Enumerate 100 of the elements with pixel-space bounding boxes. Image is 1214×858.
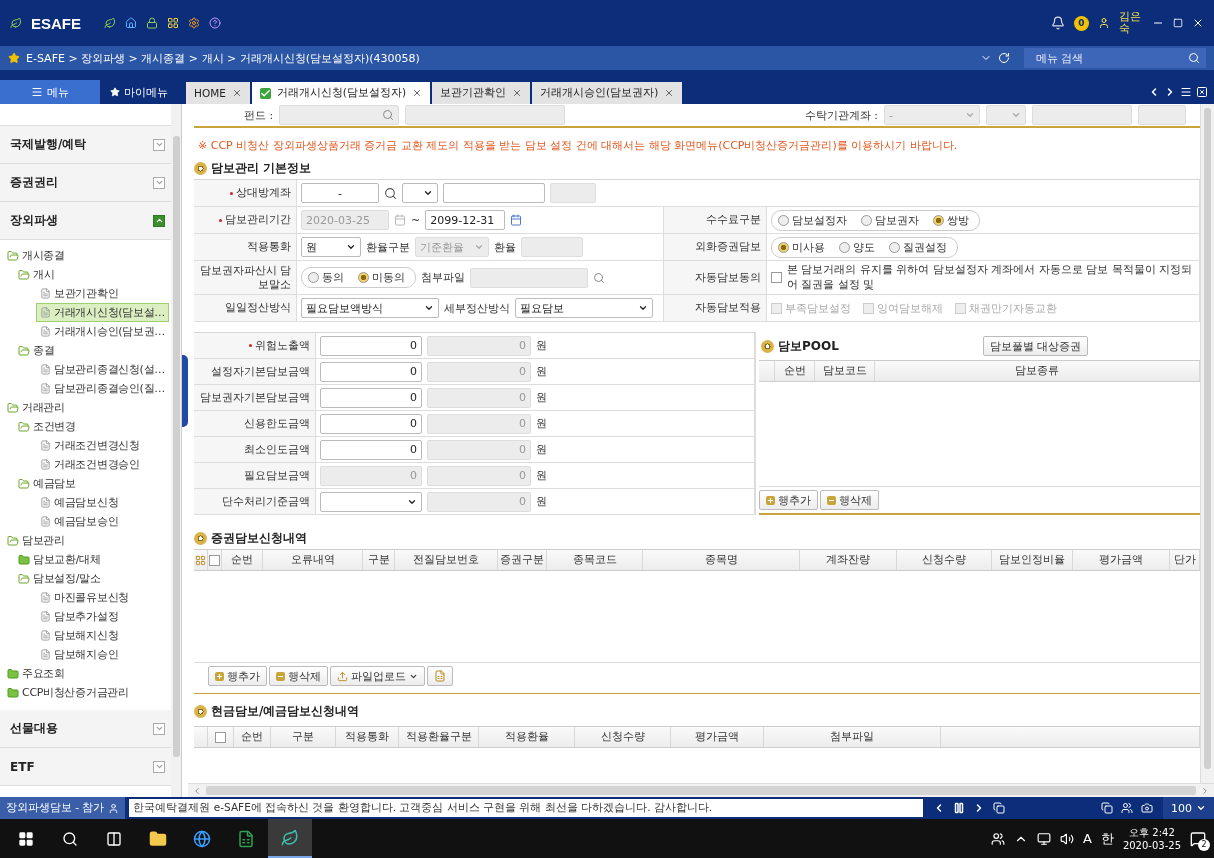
refresh-icon[interactable] bbox=[998, 52, 1010, 64]
amount-field[interactable]: 0 bbox=[320, 387, 422, 408]
action-button[interactable]: 행삭제 bbox=[269, 666, 328, 686]
sidebar-section[interactable]: ETF bbox=[0, 748, 171, 786]
tree-item[interactable]: 담보관리종결신청(설… bbox=[36, 360, 169, 379]
tree-item[interactable]: CCP비청산증거금관리 bbox=[3, 683, 133, 702]
tree-item[interactable]: 거래조건변경승인 bbox=[36, 455, 144, 474]
toggle-icon[interactable] bbox=[153, 176, 165, 189]
tree-item[interactable]: 담보설정/말소 bbox=[14, 569, 105, 588]
users-icon[interactable] bbox=[1121, 802, 1133, 814]
radio-label[interactable]: 담보권자 bbox=[875, 212, 919, 228]
home-icon[interactable] bbox=[125, 17, 137, 29]
tree-item[interactable]: 예금담보 bbox=[14, 474, 80, 493]
tree-item[interactable]: 예금담보승인 bbox=[36, 512, 123, 531]
action-button[interactable]: 행추가 bbox=[759, 490, 818, 510]
tree-item[interactable]: 담보교환/대체 bbox=[14, 550, 105, 569]
target-securities-button[interactable]: 담보풀별 대상증권 bbox=[982, 336, 1089, 356]
radio-label[interactable]: 양도 bbox=[853, 239, 875, 255]
input-field[interactable] bbox=[550, 183, 596, 203]
tree-item[interactable]: 담보해지승인 bbox=[36, 645, 123, 664]
radio-button[interactable] bbox=[933, 214, 944, 226]
spreadsheet-app-icon[interactable] bbox=[237, 829, 255, 848]
tree-item[interactable]: 담보해지신청 bbox=[36, 626, 123, 645]
search-icon[interactable] bbox=[384, 186, 397, 200]
input-mode[interactable]: A bbox=[1082, 831, 1092, 846]
date-field[interactable]: 2099-12-31 bbox=[425, 210, 506, 230]
tree-item[interactable]: 거래개시승인(담보권… bbox=[36, 322, 169, 341]
file-field[interactable] bbox=[470, 267, 588, 288]
tree-item[interactable]: 조건변경 bbox=[14, 417, 80, 436]
settings-icon[interactable] bbox=[188, 17, 200, 29]
radio-label[interactable]: 미동의 bbox=[372, 270, 405, 285]
radio-button[interactable] bbox=[778, 241, 789, 253]
volume-icon[interactable] bbox=[1059, 831, 1074, 846]
amount-field[interactable]: 0 bbox=[320, 361, 422, 382]
dropdown[interactable]: 필요담보 bbox=[515, 298, 653, 318]
tab[interactable]: HOME bbox=[186, 82, 250, 104]
menu-toggle[interactable]: 마이메뉴 bbox=[100, 80, 178, 104]
dropdown[interactable]: 필요담보액방식 bbox=[301, 298, 439, 318]
amount-field[interactable]: 0 bbox=[320, 335, 422, 356]
grid-icon[interactable] bbox=[167, 17, 179, 29]
maximize-icon[interactable] bbox=[1173, 18, 1183, 28]
dropdown[interactable]: 원 bbox=[301, 237, 361, 257]
radio-button[interactable] bbox=[889, 241, 900, 253]
radio-button[interactable] bbox=[839, 241, 850, 253]
calendar-icon[interactable] bbox=[510, 214, 523, 226]
favorite-star-icon[interactable] bbox=[8, 52, 20, 64]
tree-item[interactable]: 종결 bbox=[14, 341, 59, 360]
close-tab-icon[interactable] bbox=[512, 88, 523, 98]
network-icon[interactable] bbox=[1036, 831, 1051, 846]
radio-button[interactable] bbox=[778, 214, 789, 226]
toggle-icon[interactable] bbox=[153, 722, 165, 735]
lock-icon[interactable] bbox=[146, 17, 158, 29]
input-field[interactable]: - bbox=[301, 183, 379, 203]
radio-label[interactable]: 동의 bbox=[322, 270, 344, 285]
menu-search-field[interactable]: 메뉴 검색 bbox=[1024, 48, 1206, 68]
tree-item[interactable]: 거래관리 bbox=[3, 398, 69, 417]
radio-label[interactable]: 쌍방 bbox=[947, 212, 969, 228]
input-field[interactable] bbox=[405, 105, 566, 125]
radio-button[interactable] bbox=[358, 272, 369, 283]
toggle-icon[interactable] bbox=[153, 214, 165, 227]
checkbox[interactable] bbox=[771, 272, 782, 283]
radio-button[interactable] bbox=[308, 272, 319, 283]
action-button[interactable]: 행삭제 bbox=[820, 490, 879, 510]
folder-icon[interactable] bbox=[149, 829, 167, 848]
checkbox[interactable] bbox=[209, 554, 220, 566]
copy-icon[interactable] bbox=[1101, 802, 1113, 814]
sidebar-section[interactable]: 국제발행/예탁 bbox=[0, 126, 171, 164]
input-field[interactable] bbox=[521, 237, 583, 257]
radio-label[interactable]: 미사용 bbox=[792, 239, 825, 255]
start-icon[interactable] bbox=[18, 830, 34, 847]
close-icon[interactable] bbox=[1192, 17, 1204, 29]
toggle-icon[interactable] bbox=[153, 760, 165, 773]
input-field[interactable] bbox=[1032, 105, 1132, 125]
action-button[interactable]: 행추가 bbox=[208, 666, 267, 686]
close-tab-icon[interactable] bbox=[664, 88, 675, 98]
grid-settings-icon[interactable] bbox=[195, 554, 206, 566]
amount-field[interactable]: 0 bbox=[320, 439, 422, 460]
leaf-icon[interactable] bbox=[104, 17, 116, 29]
camera-icon[interactable] bbox=[1141, 802, 1153, 814]
tree-item[interactable]: 거래조건변경신청 bbox=[36, 436, 144, 455]
tree-item[interactable]: 마진콜유보신청 bbox=[36, 588, 133, 607]
window-icon[interactable] bbox=[993, 802, 1006, 814]
tree-item[interactable]: 담보추가설정 bbox=[36, 607, 123, 626]
scrollbar[interactable] bbox=[171, 104, 181, 797]
menu-toggle[interactable]: 메뉴 bbox=[0, 80, 100, 104]
radio-label[interactable]: 담보설정자 bbox=[792, 212, 847, 228]
sidebar-section[interactable]: 장외파생 bbox=[0, 202, 171, 240]
scrollbar[interactable] bbox=[1200, 104, 1214, 783]
tree-item[interactable]: 주요조회 bbox=[3, 664, 69, 683]
input-field[interactable] bbox=[443, 183, 545, 203]
search-icon[interactable] bbox=[62, 830, 78, 847]
browser-icon[interactable] bbox=[193, 829, 211, 848]
amount-field[interactable]: 0 bbox=[320, 413, 422, 434]
tab[interactable]: 거래개시신청(담보설정자) bbox=[251, 82, 431, 104]
help-icon[interactable] bbox=[209, 17, 221, 29]
sidebar-section[interactable]: 증권권리 bbox=[0, 164, 171, 202]
input-field[interactable] bbox=[279, 105, 400, 125]
checkbox[interactable] bbox=[215, 731, 226, 743]
input-field[interactable] bbox=[1138, 105, 1186, 125]
tree-item[interactable]: 담보관리종결승인(질… bbox=[36, 379, 169, 398]
